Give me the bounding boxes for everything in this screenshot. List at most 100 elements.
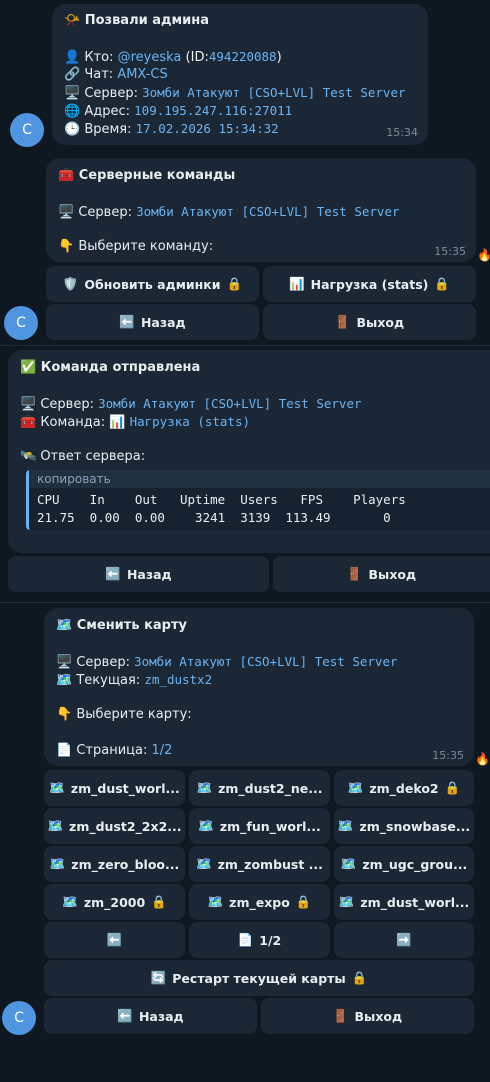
back-arrow-icon: ⬅️ (117, 1007, 133, 1023)
change-map-message: 🗺️ Сменить карту 🖥️ Сервер: Зомби Атакую… (44, 608, 474, 766)
door-icon: 🚪 (332, 1007, 349, 1023)
map-icon: 🗺️ (196, 779, 213, 795)
page-indicator-button[interactable]: 📄 1/2 (189, 922, 330, 958)
chart-icon: 📊 (289, 275, 305, 291)
map-button[interactable]: 🗺️ zm_fun_worl... (189, 808, 330, 844)
map-icon: 🗺️ (338, 893, 355, 909)
map-icon: 🗺️ (196, 855, 212, 871)
exit-button[interactable]: 🚪 Выход (263, 304, 476, 340)
fire-reaction-icon[interactable]: 🔥 (477, 248, 490, 262)
map-button[interactable]: 🗺️ zm_deko2 🔒 (334, 770, 474, 806)
admin-call-message: 📯 Позвали админа 👤 Кто: @reyeska (ID:494… (52, 4, 428, 145)
chart-icon: 📊 (109, 415, 126, 430)
map-icon: 🗺️ (49, 855, 66, 871)
server-name[interactable]: Зомби Атакуют [CSO+LVL] Test Server (134, 654, 397, 669)
lock-icon: 🔒 (295, 893, 312, 909)
lock-icon: 🔒 (434, 275, 450, 291)
check-icon: ✅ (20, 360, 37, 375)
stats-values: 21.75 0.00 0.00 3241 3139 113.49 0 (37, 510, 391, 525)
server-name[interactable]: Зомби Атакуют [CSO+LVL] Test Server (136, 204, 399, 219)
map-icon: 🗺️ (62, 893, 78, 909)
avatar[interactable]: C (2, 1001, 36, 1035)
map-button[interactable]: 🗺️ zm_dust_worl... (44, 770, 185, 806)
page-icon: 📄 (237, 931, 254, 947)
map-icon: 🗺️ (347, 779, 364, 795)
map-button[interactable]: 🗺️ zm_dust2_2x2... (44, 808, 185, 844)
map-button[interactable]: 🗺️ zm_zombust ... (189, 846, 330, 882)
message-divider (0, 345, 490, 346)
message-timestamp: 15:34 (386, 126, 418, 139)
stats-header: CPU In Out Uptime Users FPS Players (37, 492, 406, 507)
prev-page-button[interactable]: ⬅️ (44, 922, 185, 958)
message-title: Серверные команды (78, 168, 236, 183)
toolbox-icon: 🧰 (20, 415, 37, 430)
server-name[interactable]: Зомби Атакуют [CSO+LVL] Test Server (98, 396, 361, 411)
megaphone-icon: 📯 (64, 13, 81, 28)
refresh-admins-button[interactable]: 🛡️ Обновить админки 🔒 (46, 266, 259, 302)
exit-button[interactable]: 🚪 Выход (273, 556, 490, 592)
back-arrow-icon: ⬅️ (105, 565, 121, 581)
restart-map-button[interactable]: 🔄 Рестарт текущей карты 🔒 (44, 960, 474, 996)
chat-link[interactable]: AMX-CS (117, 67, 167, 82)
call-time[interactable]: 17.02.2026 15:34:32 (136, 121, 279, 136)
globe-icon: 🌐 (64, 104, 81, 119)
back-arrow-icon: ⬅️ (106, 931, 123, 947)
clock-icon: 🕒 (64, 122, 81, 137)
back-button[interactable]: ⬅️ Назад (8, 556, 269, 592)
door-icon: 🚪 (334, 313, 351, 329)
page-number: 1/2 (151, 743, 173, 758)
computer-icon: 🖥️ (56, 655, 73, 670)
map-button[interactable]: 🗺️ zm_dust_worl... (334, 884, 474, 920)
message-title: Позвали админа (84, 13, 209, 28)
map-icon: 🗺️ (56, 618, 73, 633)
current-map[interactable]: zm_dustx2 (144, 672, 212, 687)
map-icon: 🗺️ (56, 673, 73, 688)
map-icon: 🗺️ (198, 817, 214, 833)
server-name[interactable]: Зомби Атакуют [CSO+LVL] Test Server (142, 85, 405, 100)
map-icon: 🗺️ (49, 779, 65, 795)
stats-button[interactable]: 📊 Нагрузка (stats) 🔒 (263, 266, 476, 302)
server-reply-block: копировать CPU In Out Uptime Users FPS P… (26, 470, 490, 530)
user-mention-link[interactable]: @reyeska (118, 50, 182, 65)
map-button[interactable]: 🗺️ zm_dust2_ne... (189, 770, 330, 806)
avatar[interactable]: C (10, 113, 44, 147)
map-button[interactable]: 🗺️ zm_2000 🔒 (44, 884, 185, 920)
back-arrow-icon: ⬅️ (119, 313, 135, 329)
door-icon: 🚪 (346, 565, 363, 581)
command-name[interactable]: Нагрузка (stats) (130, 414, 250, 429)
refresh-icon: 🔄 (150, 969, 167, 985)
command-sent-message: ✅ Команда отправлена 🖥️ Сервер: Зомби Ат… (8, 350, 490, 553)
shield-icon: 🛡️ (62, 275, 79, 291)
map-button[interactable]: 🗺️ zm_zero_bloo... (44, 846, 185, 882)
avatar[interactable]: C (4, 306, 38, 340)
map-icon: 🗺️ (47, 817, 64, 833)
map-button[interactable]: 🗺️ zm_snowbase... (334, 808, 474, 844)
map-icon: 🗺️ (207, 893, 224, 909)
computer-icon: 🖥️ (58, 205, 75, 220)
exit-button[interactable]: 🚪 Выход (261, 998, 474, 1034)
map-button[interactable]: 🗺️ zm_ugc_grou... (334, 846, 474, 882)
message-title: Команда отправлена (40, 360, 201, 375)
map-icon: 🗺️ (337, 817, 354, 833)
point-down-icon: 👇 (58, 239, 75, 254)
lock-icon: 🔒 (226, 275, 243, 291)
user-icon: 👤 (64, 50, 81, 65)
fire-reaction-icon[interactable]: 🔥 (475, 752, 490, 766)
message-title: Сменить карту (76, 618, 187, 633)
lock-icon: 🔒 (444, 779, 461, 795)
server-commands-message: 🧰 Серверные команды 🖥️ Сервер: Зомби Ата… (46, 158, 476, 262)
back-button[interactable]: ⬅️ Назад (44, 998, 257, 1034)
message-timestamp: 15:35 (432, 749, 464, 762)
toolbox-icon: 🧰 (58, 168, 75, 183)
back-button[interactable]: ⬅️ Назад (46, 304, 259, 340)
next-page-button[interactable]: ➡️ (334, 922, 474, 958)
copy-button[interactable]: копировать (29, 470, 490, 488)
map-icon: 🗺️ (340, 855, 357, 871)
server-address[interactable]: 109.195.247.116:27011 (134, 103, 292, 118)
user-id[interactable]: 494220088 (209, 49, 277, 64)
satellite-icon: 🛰️ (20, 449, 37, 464)
map-button[interactable]: 🗺️ zm_expo 🔒 (189, 884, 330, 920)
lock-icon: 🔒 (351, 969, 368, 985)
computer-icon: 🖥️ (64, 86, 81, 101)
point-down-icon: 👇 (56, 707, 73, 722)
